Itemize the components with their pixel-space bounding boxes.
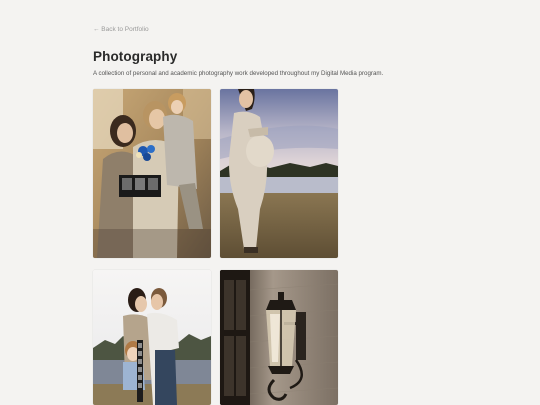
gallery-photo-vintage-lantern[interactable] [220,270,338,405]
back-to-portfolio-link[interactable]: ← Back to Portfolio [93,26,149,33]
couple-with-child-image [93,270,211,405]
page-title: Photography [93,49,178,64]
page-description: A collection of personal and academic ph… [93,70,384,77]
gallery-photo-maternity-portrait[interactable] [220,89,338,258]
photography-page: ← Back to Portfolio Photography A collec… [0,0,540,405]
vintage-lantern-image [220,270,338,405]
gallery-photo-family-portrait[interactable] [93,89,211,258]
maternity-portrait-image [220,89,338,258]
gallery-photo-couple-with-child[interactable] [93,270,211,405]
family-portrait-image [93,89,211,258]
